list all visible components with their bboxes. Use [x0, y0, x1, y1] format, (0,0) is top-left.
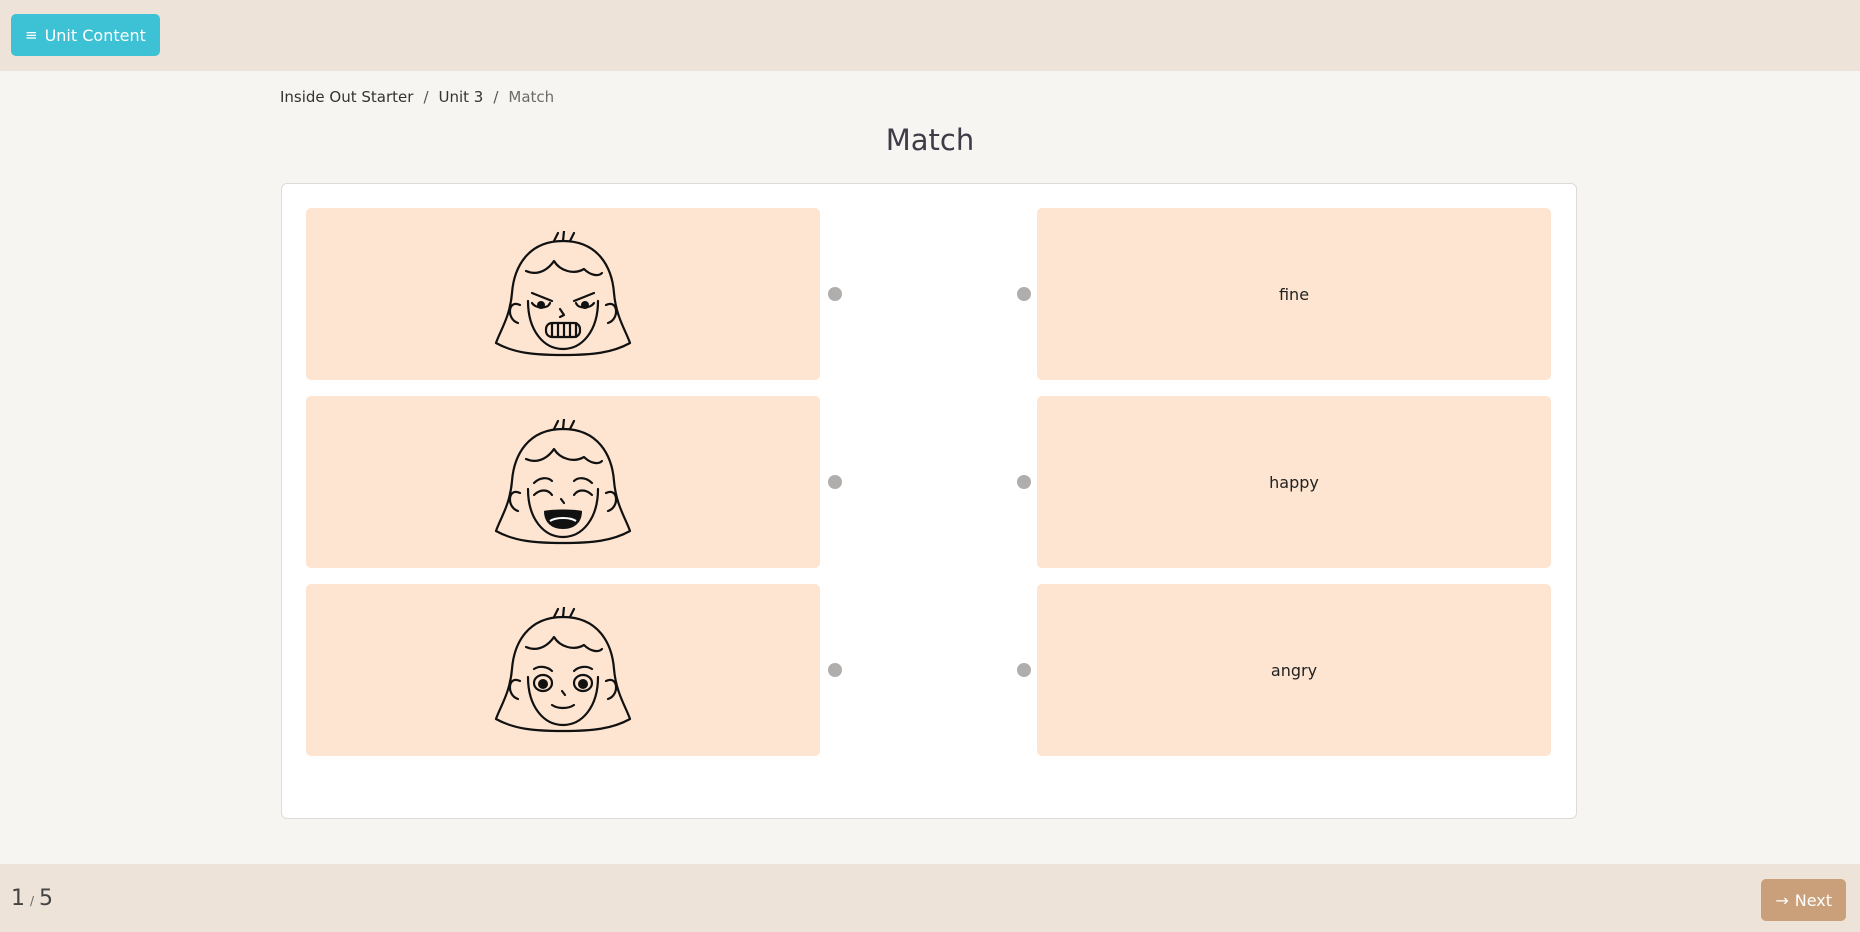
- breadcrumb-item-course[interactable]: Inside Out Starter: [280, 88, 413, 106]
- match-left-card-happy[interactable]: [306, 396, 820, 568]
- bottom-bar: 1 / 5 → Next: [0, 864, 1860, 932]
- total-pages: 5: [39, 886, 54, 911]
- happy-face-icon: [494, 419, 632, 545]
- page-title: Match: [885, 123, 975, 157]
- breadcrumb-separator: /: [493, 88, 499, 106]
- breadcrumb: Inside Out Starter / Unit 3 / Match: [280, 88, 554, 106]
- unit-content-label: Unit Content: [44, 25, 146, 45]
- match-right-card-happy[interactable]: happy: [1037, 396, 1551, 568]
- match-word: angry: [1270, 660, 1318, 680]
- match-exercise-panel: fine happy angry: [281, 183, 1577, 819]
- left-connector-dot-3[interactable]: [828, 663, 842, 677]
- next-button[interactable]: → Next: [1761, 879, 1846, 921]
- arrow-right-icon: →: [1775, 890, 1789, 910]
- right-connector-dot-3[interactable]: [1017, 663, 1031, 677]
- match-left-card-angry[interactable]: [306, 208, 820, 380]
- match-right-card-angry[interactable]: angry: [1037, 584, 1551, 756]
- match-right-card-fine[interactable]: fine: [1037, 208, 1551, 380]
- top-bar: ≡ Unit Content: [0, 0, 1860, 71]
- menu-icon: ≡: [25, 25, 38, 44]
- right-connector-dot-1[interactable]: [1017, 287, 1031, 301]
- angry-face-icon: [494, 231, 632, 357]
- breadcrumb-item-unit[interactable]: Unit 3: [439, 88, 484, 106]
- next-label: Next: [1794, 890, 1832, 910]
- breadcrumb-separator: /: [423, 88, 429, 106]
- right-connector-dot-2[interactable]: [1017, 475, 1031, 489]
- current-page: 1: [11, 886, 25, 911]
- breadcrumb-current: Match: [508, 88, 555, 106]
- left-connector-dot-1[interactable]: [828, 287, 842, 301]
- match-left-card-fine[interactable]: [306, 584, 820, 756]
- page-separator: /: [30, 894, 35, 908]
- match-word: fine: [1278, 284, 1310, 304]
- match-word: happy: [1269, 472, 1319, 492]
- left-connector-dot-2[interactable]: [828, 475, 842, 489]
- unit-content-button[interactable]: ≡ Unit Content: [11, 14, 160, 56]
- page-counter: 1 / 5: [11, 886, 53, 911]
- fine-face-icon: [494, 607, 632, 733]
